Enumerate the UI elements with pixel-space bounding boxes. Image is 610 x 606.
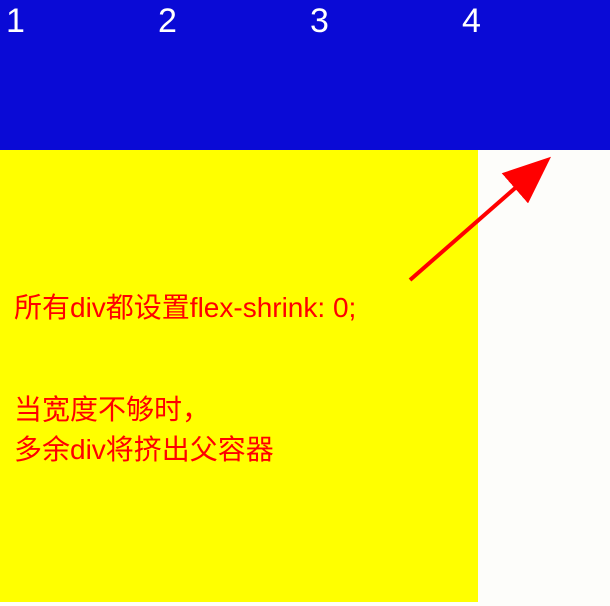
flex-item-1: 1 xyxy=(0,0,152,150)
annotation-line-1: 所有div都设置flex-shrink: 0; xyxy=(14,288,356,327)
annotation-line-2: 当宽度不够时， xyxy=(14,390,210,429)
annotation-line-3: 多余div将挤出父容器 xyxy=(14,430,274,469)
flex-item-2: 2 xyxy=(152,0,304,150)
parent-container-boundary xyxy=(0,150,478,602)
flex-container: 1 2 3 4 xyxy=(0,0,610,150)
flex-item-3: 3 xyxy=(304,0,456,150)
flex-item-4: 4 xyxy=(456,0,608,150)
